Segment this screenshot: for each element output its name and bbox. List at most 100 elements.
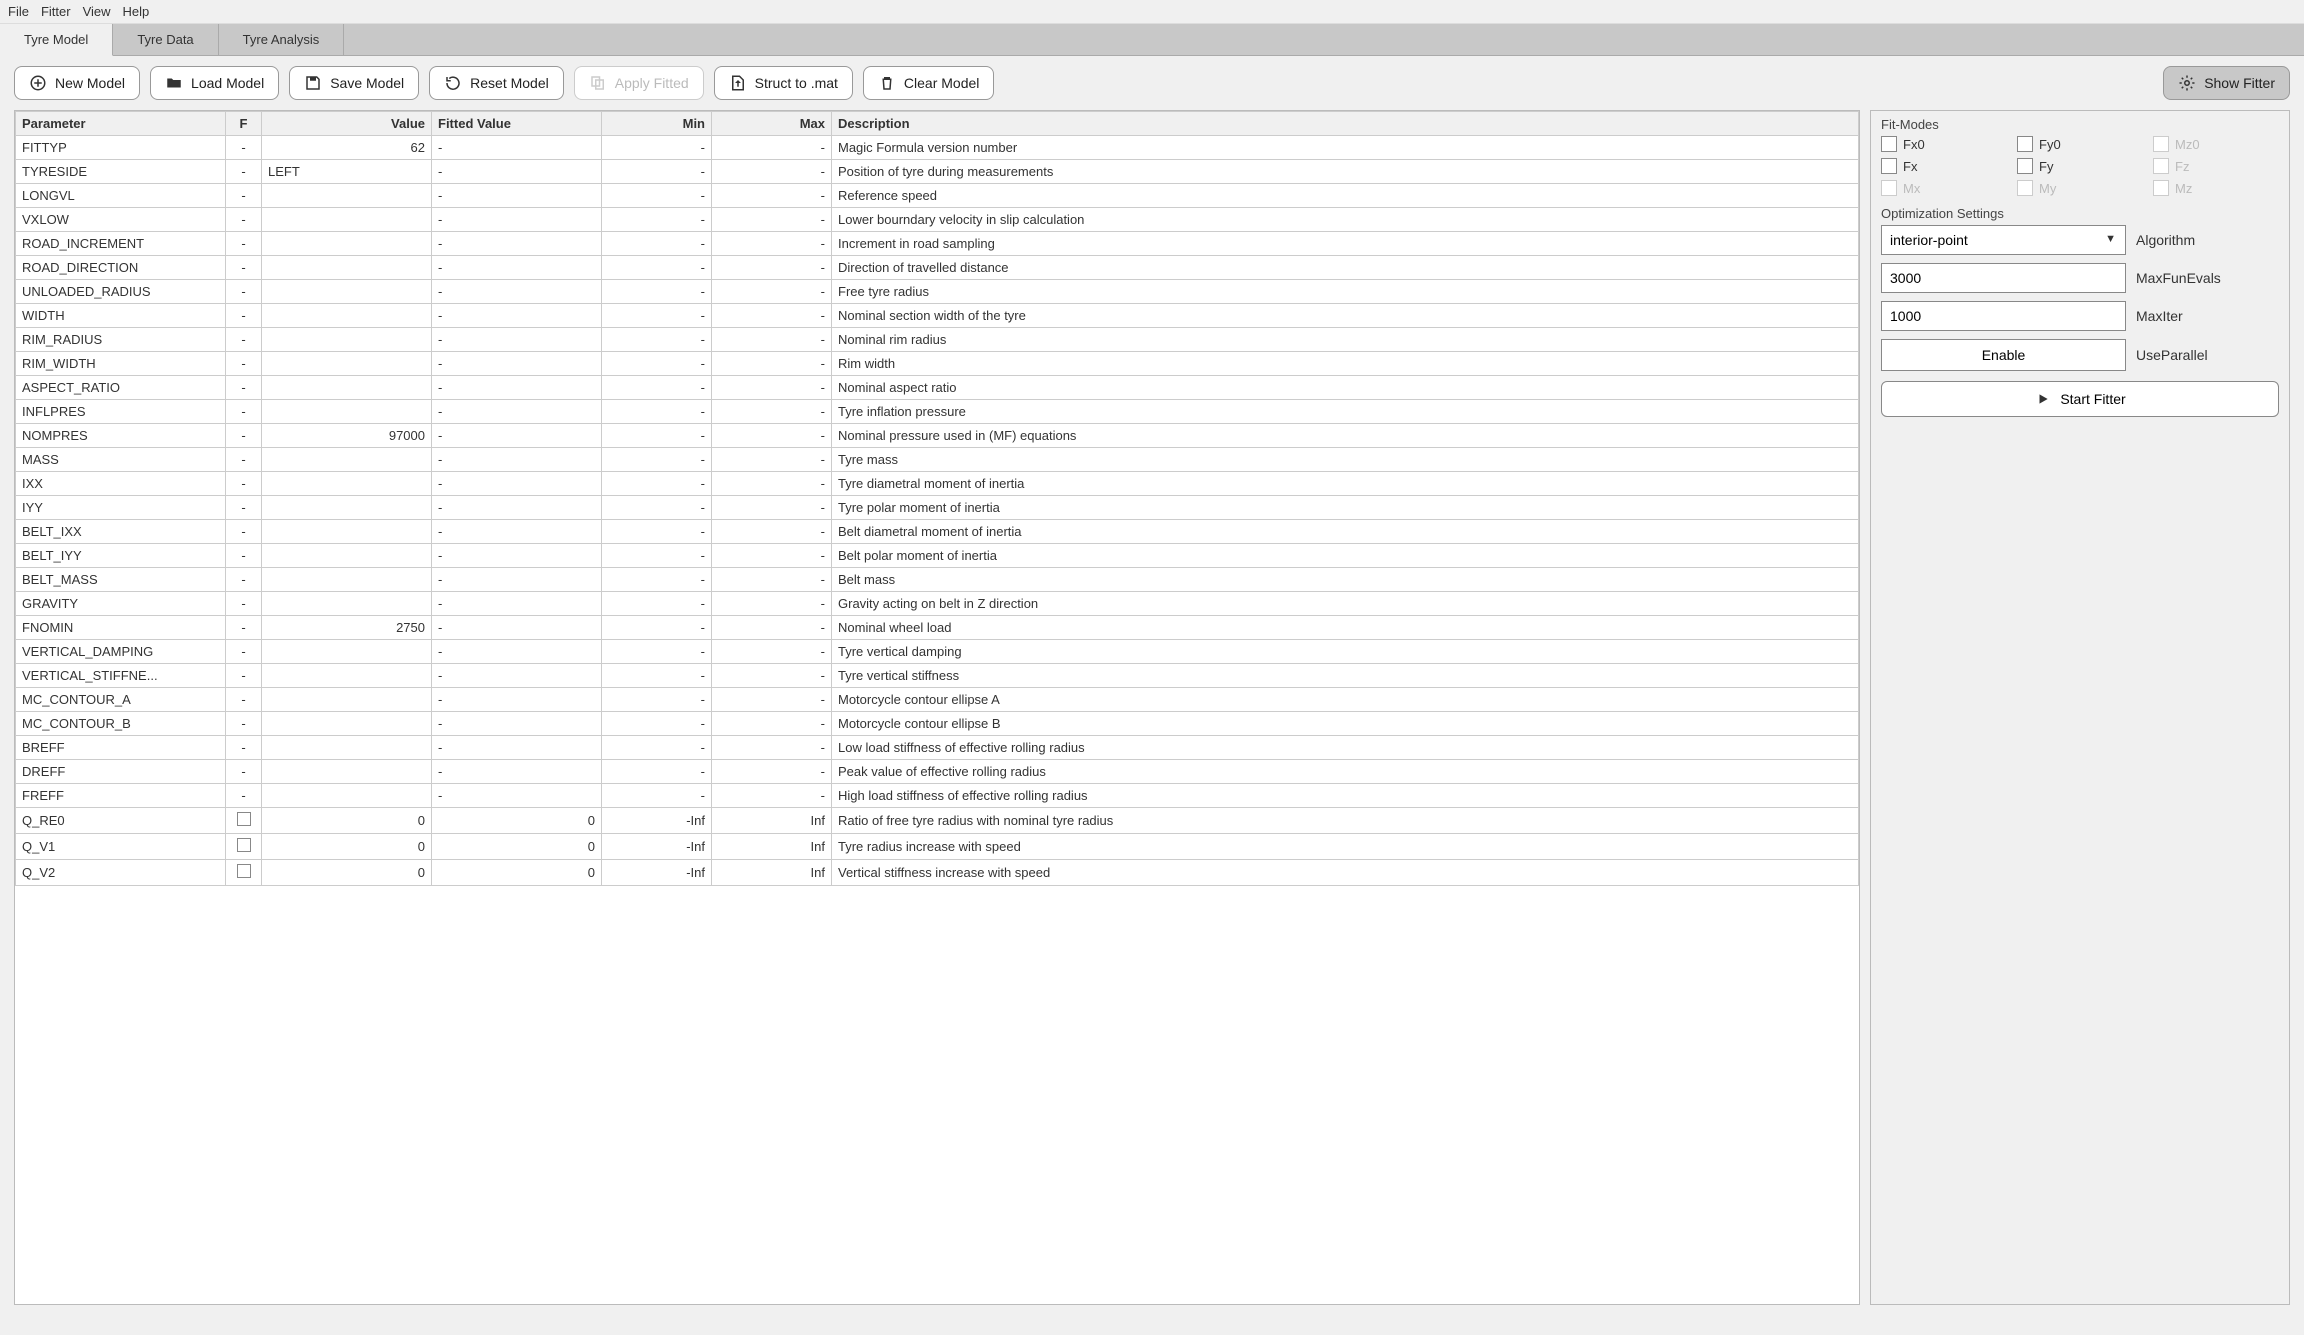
cell-max[interactable]: - [712,352,832,376]
table-row[interactable]: UNLOADED_RADIUS----Free tyre radius [16,280,1859,304]
cell-value[interactable] [262,472,432,496]
table-row[interactable]: FNOMIN-2750---Nominal wheel load [16,616,1859,640]
table-row[interactable]: IXX----Tyre diametral moment of inertia [16,472,1859,496]
cell-min[interactable]: - [602,160,712,184]
cell-max[interactable]: - [712,280,832,304]
cell-min[interactable]: - [602,376,712,400]
cell-max[interactable]: - [712,616,832,640]
reset-model-button[interactable]: Reset Model [429,66,564,100]
save-model-button[interactable]: Save Model [289,66,419,100]
cell-f[interactable] [226,834,262,860]
cell-max[interactable]: - [712,472,832,496]
cell-value[interactable]: 97000 [262,424,432,448]
column-header-fitted-value[interactable]: Fitted Value [432,112,602,136]
table-row[interactable]: DREFF----Peak value of effective rolling… [16,760,1859,784]
clear-model-button[interactable]: Clear Model [863,66,994,100]
cell-min[interactable]: - [602,520,712,544]
cell-f[interactable] [226,808,262,834]
table-row[interactable]: BELT_IYY----Belt polar moment of inertia [16,544,1859,568]
load-model-button[interactable]: Load Model [150,66,279,100]
table-row[interactable]: RIM_WIDTH----Rim width [16,352,1859,376]
cell-f[interactable] [226,860,262,886]
cell-min[interactable]: - [602,424,712,448]
cell-value[interactable] [262,736,432,760]
table-row[interactable]: VERTICAL_STIFFNE...----Tyre vertical sti… [16,664,1859,688]
fit-checkbox[interactable] [237,864,251,878]
cell-value[interactable] [262,712,432,736]
cell-max[interactable]: - [712,448,832,472]
cell-max[interactable]: Inf [712,834,832,860]
table-row[interactable]: ASPECT_RATIO----Nominal aspect ratio [16,376,1859,400]
cell-value[interactable]: 0 [262,834,432,860]
checkbox-icon[interactable] [2017,158,2033,174]
table-row[interactable]: IYY----Tyre polar moment of inertia [16,496,1859,520]
cell-max[interactable]: - [712,520,832,544]
cell-min[interactable]: - [602,688,712,712]
table-row[interactable]: Q_V100-InfInfTyre radius increase with s… [16,834,1859,860]
column-header-value[interactable]: Value [262,112,432,136]
cell-min[interactable]: - [602,256,712,280]
cell-min[interactable]: - [602,736,712,760]
start-fitter-button[interactable]: Start Fitter [1881,381,2279,417]
cell-value[interactable] [262,376,432,400]
tab-tyre-analysis[interactable]: Tyre Analysis [219,24,345,55]
cell-max[interactable]: - [712,760,832,784]
cell-value[interactable] [262,592,432,616]
cell-max[interactable]: - [712,712,832,736]
cell-min[interactable]: - [602,448,712,472]
cell-max[interactable]: - [712,160,832,184]
checkbox-icon[interactable] [1881,158,1897,174]
table-row[interactable]: TYRESIDE-LEFT---Position of tyre during … [16,160,1859,184]
fit-checkbox[interactable] [237,838,251,852]
cell-max[interactable]: - [712,328,832,352]
cell-value[interactable]: 62 [262,136,432,160]
cell-max[interactable]: - [712,208,832,232]
cell-min[interactable]: - [602,280,712,304]
cell-value[interactable] [262,184,432,208]
table-row[interactable]: MC_CONTOUR_B----Motorcycle contour ellip… [16,712,1859,736]
table-row[interactable]: INFLPRES----Tyre inflation pressure [16,400,1859,424]
table-row[interactable]: FREFF----High load stiffness of effectiv… [16,784,1859,808]
cell-value[interactable] [262,304,432,328]
cell-value[interactable] [262,232,432,256]
menu-help[interactable]: Help [123,4,150,19]
new-model-button[interactable]: New Model [14,66,140,100]
cell-min[interactable]: - [602,496,712,520]
cell-max[interactable]: - [712,136,832,160]
cell-value[interactable] [262,328,432,352]
cell-min[interactable]: - [602,304,712,328]
cell-value[interactable] [262,496,432,520]
cell-max[interactable]: Inf [712,808,832,834]
cell-value[interactable] [262,280,432,304]
cell-max[interactable]: - [712,784,832,808]
cell-value[interactable] [262,760,432,784]
column-header-max[interactable]: Max [712,112,832,136]
fit-mode-fy[interactable]: Fy [2017,158,2143,174]
column-header-description[interactable]: Description [832,112,1859,136]
maxiter-input[interactable] [1881,301,2126,331]
cell-value[interactable] [262,568,432,592]
cell-value[interactable] [262,256,432,280]
cell-min[interactable]: - [602,208,712,232]
cell-max[interactable]: - [712,376,832,400]
tab-tyre-model[interactable]: Tyre Model [0,24,113,56]
table-row[interactable]: FITTYP-62---Magic Formula version number [16,136,1859,160]
show-fitter-button[interactable]: Show Fitter [2163,66,2290,100]
maxfunevals-input[interactable] [1881,263,2126,293]
cell-max[interactable]: - [712,736,832,760]
table-row[interactable]: ROAD_DIRECTION----Direction of travelled… [16,256,1859,280]
cell-value[interactable] [262,640,432,664]
table-row[interactable]: BELT_MASS----Belt mass [16,568,1859,592]
cell-value[interactable] [262,352,432,376]
cell-min[interactable]: -Inf [602,808,712,834]
table-row[interactable]: MC_CONTOUR_A----Motorcycle contour ellip… [16,688,1859,712]
table-scroll[interactable]: ParameterFValueFitted ValueMinMaxDescrip… [15,111,1859,1304]
cell-min[interactable]: - [602,136,712,160]
cell-max[interactable]: - [712,424,832,448]
cell-min[interactable]: - [602,400,712,424]
table-row[interactable]: VXLOW----Lower bourndary velocity in sli… [16,208,1859,232]
cell-min[interactable]: - [602,232,712,256]
cell-value[interactable]: 0 [262,808,432,834]
table-row[interactable]: ROAD_INCREMENT----Increment in road samp… [16,232,1859,256]
cell-value[interactable] [262,664,432,688]
